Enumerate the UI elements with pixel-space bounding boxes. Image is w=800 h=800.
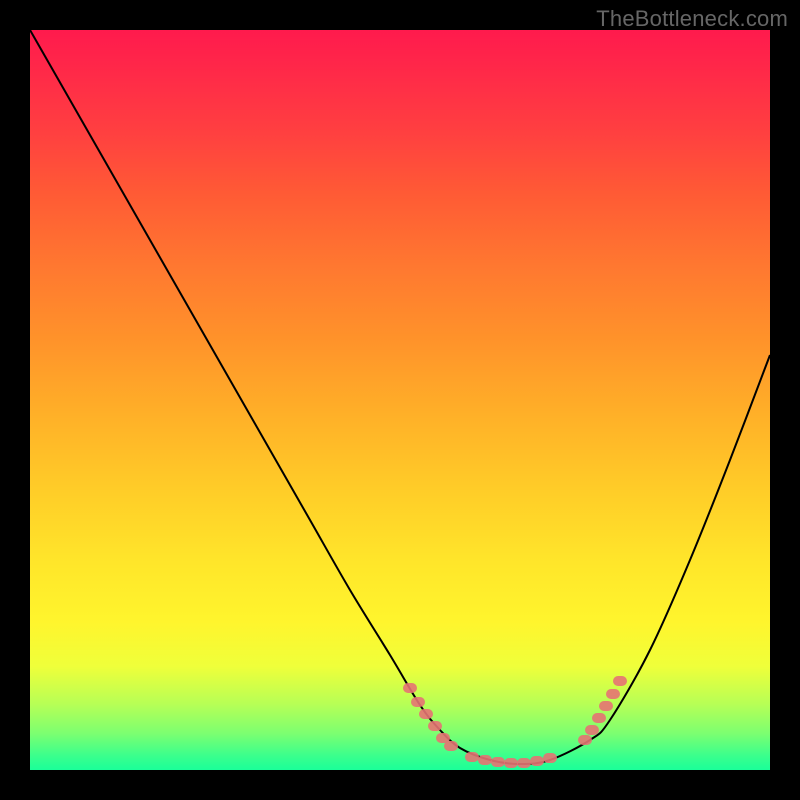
marker-dot: [478, 755, 492, 765]
marker-dot: [444, 741, 458, 751]
marker-dot: [543, 753, 557, 763]
marker-dot: [613, 676, 627, 686]
marker-dot: [599, 701, 613, 711]
marker-dot: [419, 709, 433, 719]
marker-dot: [530, 756, 544, 766]
marker-dot: [491, 757, 505, 767]
marker-dot: [578, 735, 592, 745]
watermark-text: TheBottleneck.com: [596, 6, 788, 32]
marker-dot: [606, 689, 620, 699]
marker-dot: [517, 758, 531, 768]
marker-dot: [465, 752, 479, 762]
marker-dot: [504, 758, 518, 768]
plot-area: [30, 30, 770, 770]
marker-dot: [411, 697, 425, 707]
marker-dot: [592, 713, 606, 723]
curve-svg: [30, 30, 770, 770]
marker-dot: [403, 683, 417, 693]
marker-dot: [428, 721, 442, 731]
marker-group: [403, 676, 627, 768]
marker-dot: [585, 725, 599, 735]
chart-container: TheBottleneck.com: [0, 0, 800, 800]
bottleneck-curve: [30, 30, 770, 764]
